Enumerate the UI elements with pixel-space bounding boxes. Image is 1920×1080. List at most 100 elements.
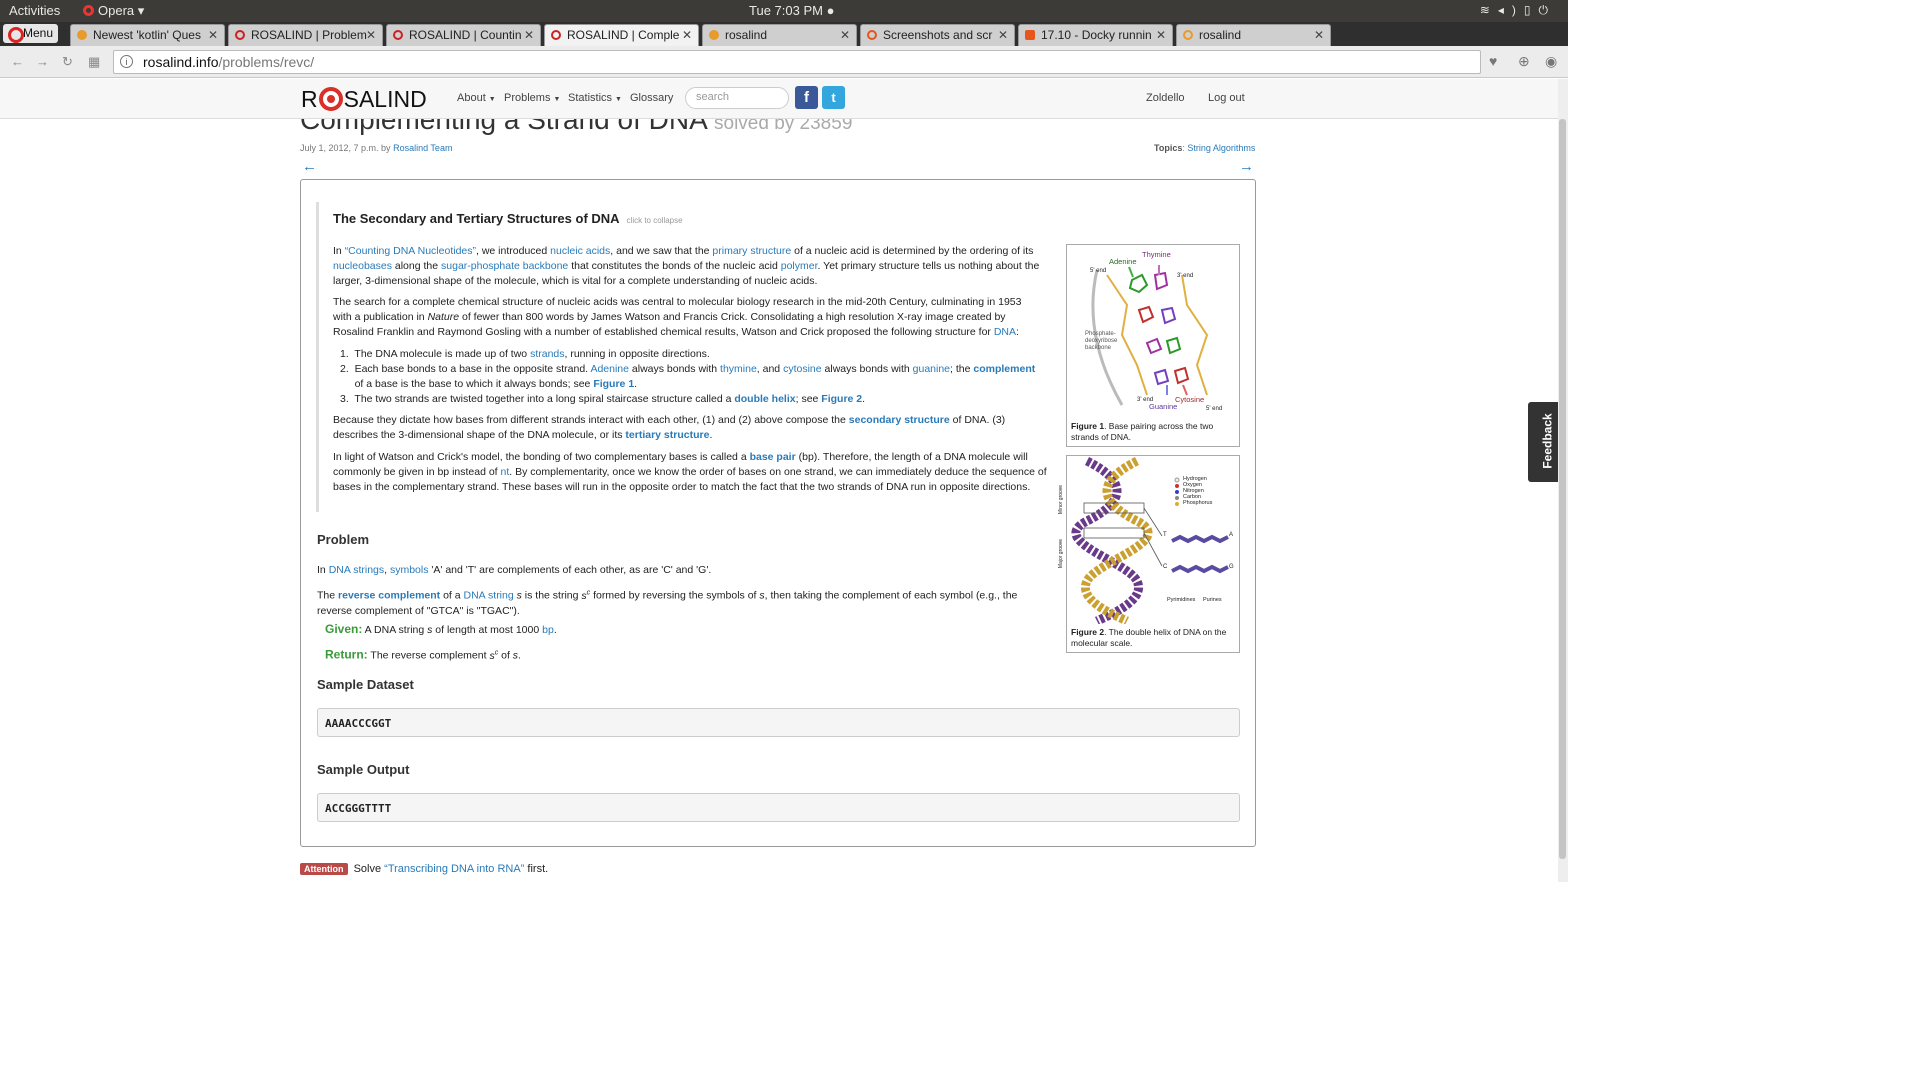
label-t: T [1163, 532, 1167, 538]
link-backbone[interactable]: sugar-phosphate backbone [441, 260, 568, 272]
tab-docky[interactable]: 17.10 - Docky runnin ✕ [1018, 24, 1173, 46]
tab-screenshots[interactable]: Screenshots and scr ✕ [860, 24, 1015, 46]
figure-1-caption: Figure 1. Base pairing across the two st… [1071, 421, 1231, 443]
logout-link[interactable]: Log out [1208, 92, 1245, 104]
link-complement[interactable]: complement [973, 363, 1035, 375]
search-input[interactable]: search [685, 87, 789, 109]
link-figure2[interactable]: Figure 2 [821, 393, 862, 405]
bookmark-heart-icon[interactable]: ♥ [1489, 53, 1497, 69]
site-info-icon[interactable]: i [120, 55, 133, 68]
system-top-bar: Activities Opera ▾ Tue 7:03 PM ● ≋◂)▯⏻ [0, 0, 1568, 22]
reload-icon[interactable]: ↻ [62, 54, 73, 70]
scrollbar-thumb[interactable] [1559, 119, 1566, 859]
extension-icon[interactable]: ◉ [1545, 53, 1557, 70]
power-icon: ⏻ [1538, 3, 1556, 17]
nav-problems[interactable]: Problems ▼ [504, 92, 560, 104]
system-tray[interactable]: ≋◂)▯⏻ [1480, 3, 1556, 18]
link-base-pair[interactable]: base pair [750, 451, 796, 463]
close-icon[interactable]: ✕ [998, 28, 1008, 42]
close-icon[interactable]: ✕ [366, 28, 376, 42]
link-nt[interactable]: nt [501, 466, 510, 478]
link-bp[interactable]: bp [542, 624, 554, 636]
close-icon[interactable]: ✕ [682, 28, 692, 42]
link-strands[interactable]: strands [530, 348, 564, 360]
figure-2[interactable]: Hydrogen Oxygen Nitrogen Carbon Phosphor… [1058, 455, 1240, 653]
next-problem-arrow[interactable]: → [1239, 158, 1254, 175]
sample-output[interactable]: ACCGGGTTTT [317, 793, 1240, 822]
sample-dataset[interactable]: AAAACCCGGT [317, 708, 1240, 737]
speed-dial-icon[interactable]: ▦ [88, 54, 100, 70]
url-text: rosalind.info/problems/revc/ [143, 54, 314, 70]
site-navbar: R SALIND About ▼ Problems ▼ Statistics ▼ Glo… [0, 79, 1558, 119]
opera-menu-button[interactable]: Menu [3, 24, 58, 43]
url-host: rosalind.info [143, 54, 219, 70]
collapse-link[interactable]: click to collapse [627, 216, 683, 225]
back-icon[interactable]: ← [11, 54, 24, 69]
twitter-icon[interactable]: t [822, 86, 845, 109]
page-scrollbar[interactable] [1558, 79, 1568, 882]
link-primary-structure[interactable]: primary structure [712, 245, 791, 257]
link-reverse-complement[interactable]: reverse complement [338, 590, 440, 602]
link-cytosine[interactable]: cytosine [783, 363, 822, 375]
browser-tab-strip: Menu Newest 'kotlin' Ques ✕ ROSALIND | Pr… [0, 22, 1568, 63]
clock-label: Tue 7:03 PM [749, 3, 823, 18]
tab-label: rosalind [725, 28, 768, 42]
rosalind-icon [235, 30, 245, 40]
tab-label: Newest 'kotlin' Ques [93, 28, 201, 42]
nav-about[interactable]: About ▼ [457, 92, 496, 104]
link-thymine[interactable]: thymine [720, 363, 757, 375]
nav-problems-label: Problems [504, 92, 551, 104]
clock[interactable]: Tue 7:03 PM ● [749, 3, 834, 18]
attention-notice: Attention Solve “Transcribing DNA into R… [300, 863, 548, 875]
link-nucleic-acids[interactable]: nucleic acids [550, 245, 610, 257]
link-tertiary-structure[interactable]: tertiary structure [625, 429, 709, 441]
attention-link[interactable]: “Transcribing DNA into RNA” [384, 863, 524, 875]
tab-rosalind-bookmark[interactable]: rosalind ✕ [702, 24, 857, 46]
background-title[interactable]: The Secondary and Tertiary Structures of… [333, 211, 683, 226]
wifi-icon: ≋ [1479, 3, 1498, 17]
nav-statistics[interactable]: Statistics ▼ [568, 92, 622, 104]
link-dna-strings[interactable]: DNA strings [329, 564, 384, 576]
link-figure1[interactable]: Figure 1 [593, 378, 634, 390]
link-nucleobases[interactable]: nucleobases [333, 260, 392, 272]
address-bar[interactable]: i rosalind.info/problems/revc/ [113, 50, 1481, 74]
close-icon[interactable]: ✕ [840, 28, 850, 42]
activities-button[interactable]: Activities [9, 3, 60, 18]
user-link[interactable]: Zoldello [1146, 92, 1185, 104]
link-dna-string[interactable]: DNA string [464, 590, 514, 602]
author-link[interactable]: Rosalind Team [393, 143, 452, 153]
topic-link[interactable]: String Algorithms [1187, 143, 1255, 153]
download-icon[interactable]: ⊕ [1518, 53, 1530, 70]
close-icon[interactable]: ✕ [524, 28, 534, 42]
facebook-icon[interactable]: f [795, 86, 818, 109]
tab-kotlin-questions[interactable]: Newest 'kotlin' Ques ✕ [70, 24, 225, 46]
link-adenine[interactable]: Adenine [590, 363, 629, 375]
label-g: G [1229, 564, 1234, 570]
opera-app-menu[interactable]: Opera ▾ [83, 3, 144, 19]
link-polymer[interactable]: polymer [781, 260, 818, 272]
close-icon[interactable]: ✕ [1314, 28, 1324, 42]
link-counting[interactable]: “Counting DNA Nucleotides” [345, 245, 476, 257]
tab-rosalind-problems[interactable]: ROSALIND | Problem ✕ [228, 24, 383, 46]
battery-icon: ▯ [1523, 3, 1539, 17]
askubuntu-icon [1025, 30, 1035, 40]
link-guanine[interactable]: guanine [913, 363, 950, 375]
given-line: Given: A DNA string s of length at most … [325, 622, 557, 636]
prev-problem-arrow[interactable]: ← [302, 158, 317, 175]
forward-icon[interactable]: → [36, 54, 49, 69]
link-double-helix[interactable]: double helix [734, 393, 795, 405]
link-secondary-structure[interactable]: secondary structure [849, 414, 950, 426]
feedback-tab[interactable]: Feedback [1528, 402, 1558, 482]
tab-rosalind-complementing[interactable]: ROSALIND | Comple ✕ [544, 24, 699, 47]
link-symbols[interactable]: symbols [390, 564, 429, 576]
rosalind-logo[interactable]: R SALIND [301, 86, 427, 113]
tab-rosalind-loading[interactable]: rosalind ✕ [1176, 24, 1331, 46]
label-pyrimidines: Pyrimidines [1167, 597, 1196, 603]
close-icon[interactable]: ✕ [208, 28, 218, 42]
nav-glossary[interactable]: Glossary [630, 92, 673, 104]
tab-rosalind-counting[interactable]: ROSALIND | Countin ✕ [386, 24, 541, 46]
label-purines: Purines [1203, 597, 1222, 603]
figure-1[interactable]: Thymine Adenine 5' end 3' end Phosphate-… [1066, 244, 1240, 447]
close-icon[interactable]: ✕ [1156, 28, 1166, 42]
link-dna[interactable]: DNA [994, 326, 1016, 338]
